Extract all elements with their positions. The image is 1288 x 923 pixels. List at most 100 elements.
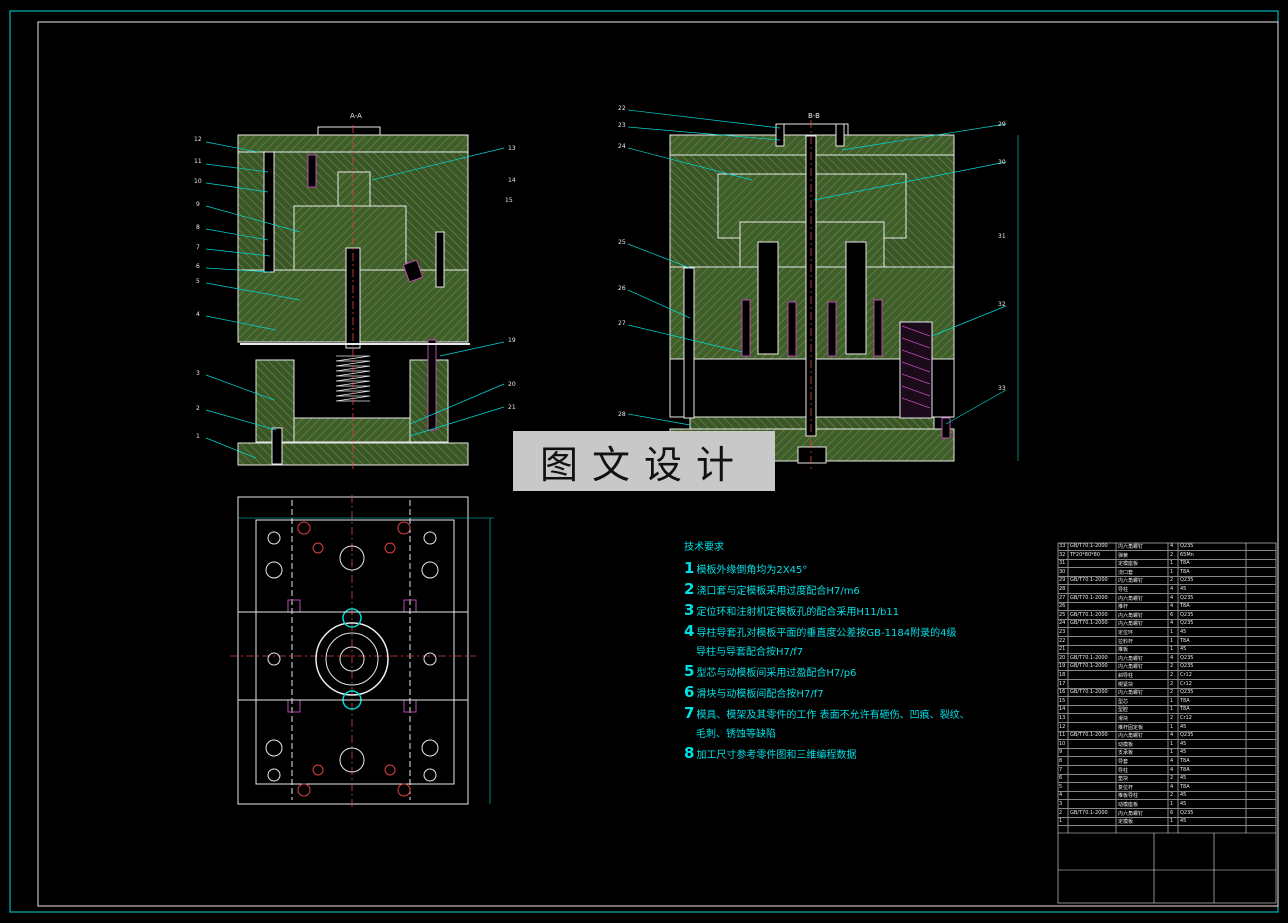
bom-cell-no: 30 — [1059, 568, 1066, 575]
bom-cell-no: 21 — [1059, 646, 1066, 653]
bom-cell-qty: 2 — [1170, 551, 1174, 558]
bom-cell-qty: 1 — [1170, 723, 1174, 730]
bom-cell-qty: 4 — [1170, 594, 1174, 601]
bom-cell-mat: Q235 — [1180, 663, 1194, 670]
bom-cell-name: 导套 — [1118, 759, 1129, 765]
watermark-banner: 图文设计 — [513, 431, 775, 491]
plan-view — [230, 495, 494, 810]
callout-30: 30 — [998, 159, 1006, 166]
bom-row: 18 斜导柱 2 Cr12 — [1058, 672, 1276, 680]
callout-23: 23 — [618, 122, 626, 129]
callout-2: 2 — [196, 405, 200, 412]
bom-cell-no: 12 — [1059, 723, 1066, 730]
bom-cell-name: 推板导柱 — [1118, 793, 1139, 800]
bom-cell-name: 内六角螺钉 — [1118, 621, 1144, 628]
callout-4: 4 — [196, 311, 200, 318]
bom-cell-no: 25 — [1059, 611, 1066, 618]
bom-cell-mat: 45 — [1180, 740, 1187, 747]
bom-cell-mat: Q235 — [1180, 732, 1194, 739]
bom-row: 26 推杆 4 T8A — [1058, 603, 1276, 612]
bom-cell-name: 推杆 — [1118, 604, 1129, 611]
bom-cell-mat: Cr12 — [1180, 680, 1192, 687]
bom-cell-std: GB/T70.1-2000 — [1070, 654, 1108, 661]
bom-cell-name: 浇口套 — [1118, 569, 1134, 576]
callout-3: 3 — [196, 370, 200, 377]
bom-row: 24 GB/T70.1-2000 内六角螺钉 4 Q235 — [1058, 620, 1276, 629]
bom-cell-qty: 1 — [1170, 706, 1174, 713]
tech-item: 4 导柱导套孔对模板平面的垂直度公差按GB-1184附录的4级 — [684, 622, 984, 643]
bom-row: 8 导套 4 T8A — [1058, 758, 1276, 766]
bom-cell-qty: 2 — [1170, 672, 1174, 678]
bom-cell-no: 26 — [1059, 603, 1066, 610]
callout-19: 19 — [508, 337, 516, 344]
bom-cell-no: 1 — [1059, 818, 1063, 825]
bom-cell-qty: 1 — [1170, 801, 1174, 807]
callout-22: 22 — [618, 105, 626, 112]
tech-item-text: 导柱导套孔对模板平面的垂直度公差按GB-1184附录的4级 — [696, 628, 957, 639]
callout-6: 6 — [196, 263, 200, 270]
bom-cell-no: 23 — [1059, 629, 1066, 635]
callout-25: 25 — [618, 239, 626, 246]
bom-cell-mat: 45 — [1180, 586, 1187, 592]
tech-item-number: 8 — [684, 744, 695, 762]
bom-row: 28 导柱 4 45 — [1058, 586, 1276, 594]
bom-row: 7 导柱 4 T8A — [1058, 767, 1276, 775]
bom-cell-mat: T8A — [1180, 697, 1190, 704]
bom-row: 14 型腔 1 T8A — [1058, 706, 1276, 715]
bom-cell-no: 31 — [1059, 560, 1066, 567]
bom-cell-name: 内六角螺钉 — [1118, 655, 1144, 662]
bom-cell-name: 拉料杆 — [1118, 638, 1134, 645]
bom-cell-qty: 2 — [1170, 689, 1174, 696]
bom-cell-no: 10 — [1059, 740, 1066, 747]
section-aa-title: A-A — [350, 112, 362, 120]
bom-cell-mat: T8A — [1180, 783, 1190, 790]
bom-cell-mat: T8A — [1180, 603, 1190, 610]
bom-cell-mat: Q235 — [1180, 809, 1194, 816]
tech-item-number: 7 — [684, 704, 695, 722]
tech-item-text: 型芯与动模板间采用过盈配合H7/p6 — [696, 668, 857, 679]
tech-item: 毛刺、锈蚀等缺陷 — [684, 725, 984, 744]
bom-cell-mat: 45 — [1180, 723, 1187, 730]
bom-cell-no: 7 — [1059, 766, 1063, 773]
callout-9: 9 — [196, 201, 200, 208]
bom-cell-qty: 4 — [1170, 543, 1174, 549]
tech-list: 1 模板外缘倒角均为2X45° 2 浇口套与定模板采用过度配合H7/m6 3 定位环和注射… — [684, 559, 984, 765]
bom-cell-no: 15 — [1059, 697, 1066, 704]
tech-item: 导柱与导套配合按H7/f7 — [684, 643, 984, 662]
bom-cell-name: 滑块 — [1118, 716, 1129, 722]
tech-item: 7 模具、模架及其零件的工作 表面不允许有砸伤、凹痕、裂纹、 — [684, 704, 984, 725]
callout-28: 28 — [618, 411, 626, 418]
bom-cell-name: 动模板 — [1118, 741, 1134, 748]
bom-cell-mat: Cr12 — [1180, 672, 1192, 678]
bom-row: 21 推板 1 45 — [1058, 646, 1276, 655]
bom-row: 16 GB/T70.1-2000 内六角螺钉 2 Q235 — [1058, 689, 1276, 698]
bom-cell-mat: Cr12 — [1180, 715, 1192, 721]
bom-cell-name: 内六角螺钉 — [1118, 690, 1144, 697]
bom-cell-name: 内六角螺钉 — [1118, 544, 1144, 550]
callout-7: 7 — [196, 244, 200, 251]
bom-cell-mat: T8A — [1180, 637, 1190, 644]
bom-cell-qty: 6 — [1170, 611, 1174, 618]
tech-item: 3 定位环和注射机定模板孔的配合采用H11/b11 — [684, 601, 984, 622]
bom-cell-no: 24 — [1059, 620, 1066, 627]
bom-cell-no: 32 — [1059, 551, 1066, 558]
tech-item-number: 4 — [684, 622, 695, 640]
callout-1: 1 — [196, 433, 200, 440]
bom-cell-name: 内六角螺钉 — [1118, 578, 1144, 585]
bom-cell-mat: 45 — [1180, 792, 1187, 799]
bom-cell-qty: 1 — [1170, 818, 1174, 825]
bom-cell-name: 支承板 — [1118, 750, 1134, 757]
bom-row: 6 垫块 2 45 — [1058, 775, 1276, 784]
bom-cell-mat: 45 — [1180, 749, 1187, 756]
callout-29: 29 — [998, 121, 1006, 128]
bom-cell-mat: T8A — [1180, 706, 1190, 713]
tech-item-text: 模板外缘倒角均为2X45° — [696, 565, 808, 576]
tech-item: 1 模板外缘倒角均为2X45° — [684, 559, 984, 580]
bom-cell-no: 20 — [1059, 654, 1066, 661]
bom-cell-qty: 4 — [1170, 654, 1174, 661]
bom-cell-mat: T8A — [1180, 560, 1190, 567]
bom-row: 27 GB/T70.1-2000 内六角螺钉 4 Q235 — [1058, 595, 1276, 603]
bom-row: 2 GB/T70.1-2000 内六角螺钉 6 Q235 — [1058, 810, 1276, 818]
bom-cell-name: 型腔 — [1118, 707, 1129, 714]
bom-cell-qty: 1 — [1170, 629, 1174, 635]
